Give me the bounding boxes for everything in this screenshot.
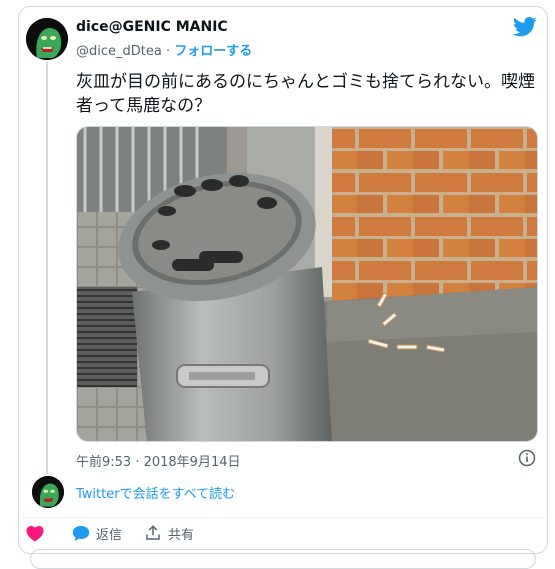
reply-button[interactable]: 返信 — [72, 524, 122, 543]
bottom-button[interactable] — [30, 549, 536, 569]
action-bar: 返信 共有 — [26, 522, 216, 544]
user-handle[interactable]: @dice_dDtea — [76, 44, 162, 59]
heart-icon — [26, 525, 44, 541]
share-icon — [146, 525, 160, 540]
read-conversation-link[interactable]: Twitterで会話をすべて読む — [76, 483, 235, 502]
like-button[interactable] — [26, 525, 50, 542]
share-label: 共有 — [168, 527, 195, 543]
tweet-photo[interactable] — [76, 126, 538, 442]
tweet-timestamp[interactable]: 午前9:53 · 2018年9月14日 — [76, 451, 241, 470]
follow-button[interactable]: フォローする — [174, 44, 252, 59]
reply-bubble-icon — [72, 525, 90, 541]
display-name[interactable]: dice@GENIC MANIC — [76, 19, 228, 35]
conversation-avatar[interactable] — [32, 476, 64, 508]
divider — [20, 517, 546, 518]
info-icon[interactable] — [518, 449, 536, 467]
tweet-text: 灰皿が目の前にあるのにちゃんとゴミも捨てられない。喫煙者って馬鹿なの？ — [76, 72, 535, 116]
reply-label: 返信 — [96, 527, 123, 543]
twitter-bird-icon[interactable] — [513, 16, 537, 38]
separator: · — [165, 44, 171, 59]
share-button[interactable]: 共有 — [144, 524, 194, 543]
avatar[interactable] — [26, 18, 68, 60]
thread-line — [46, 62, 48, 474]
handle-row: @dice_dDtea · フォローする — [76, 40, 252, 59]
